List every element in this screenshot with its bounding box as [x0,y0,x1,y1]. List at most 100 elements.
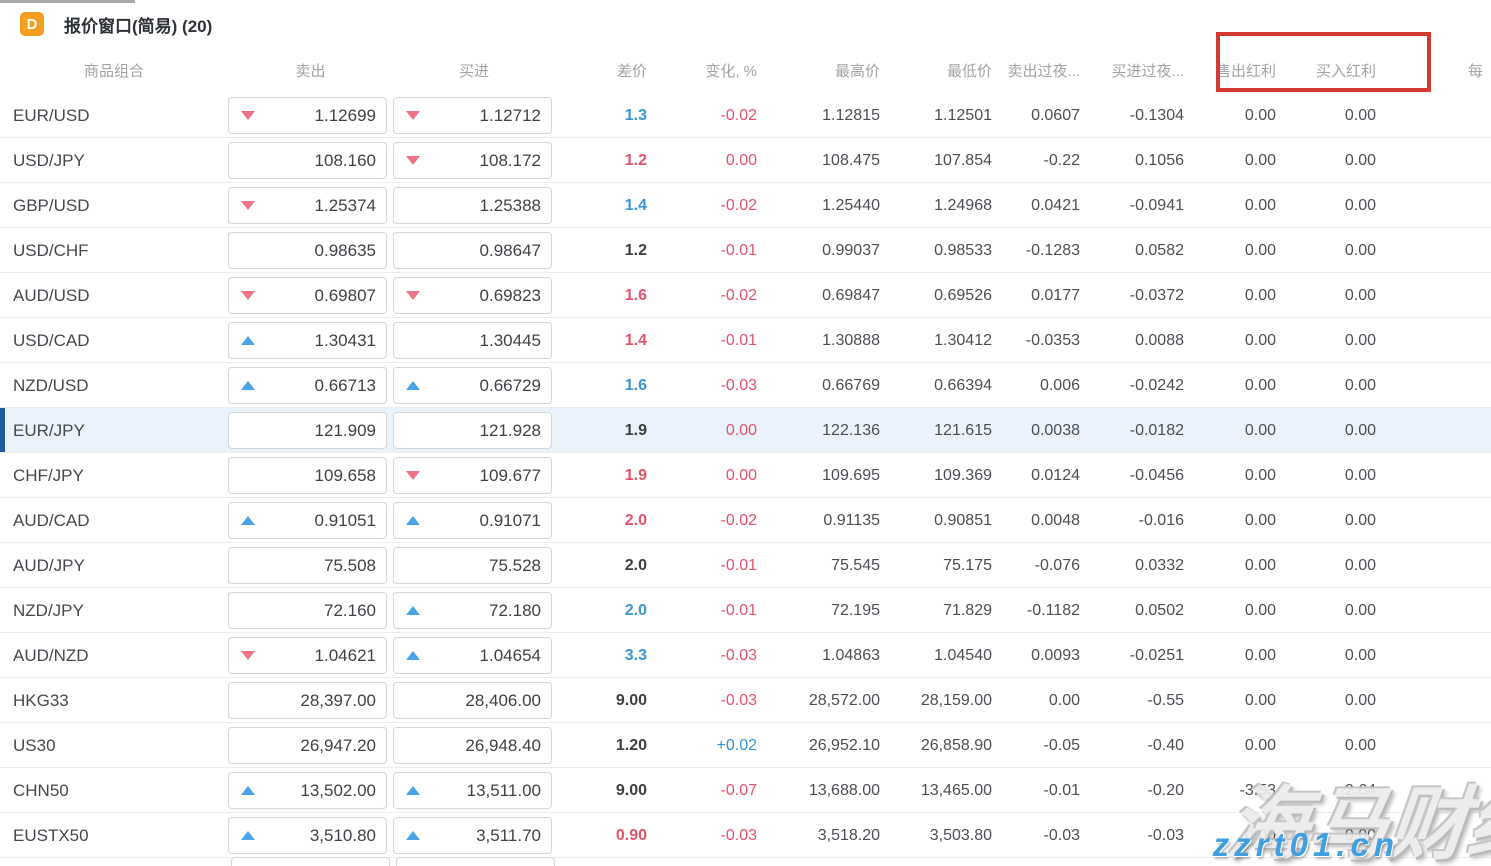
sell-price-button[interactable]: 72.160 [228,592,387,629]
sell-price-button[interactable]: 1.25374 [228,187,387,224]
sell-dividend-cell: 0.00 [1192,422,1284,440]
sell-price-button[interactable]: 1.30431 [228,322,387,359]
table-row[interactable]: HKG33 28,397.00 28,406.00 9.00 -0.03 28,… [0,678,1491,723]
sell-swap-cell: -0.22 [1000,152,1092,170]
sell-price-button[interactable]: 0.66713 [228,367,387,404]
table-row[interactable]: AUD/NZD 1.04621 1.04654 3.3 -0.03 1.0486… [0,633,1491,678]
column-header-low[interactable]: 最低价 [888,60,1000,81]
buy-price-button[interactable]: 0.91071 [393,502,552,539]
buy-dividend-cell: 0.00 [1284,557,1384,575]
buy-price-button[interactable]: 0.69823 [393,277,552,314]
table-row[interactable]: AUD/CAD 0.91051 0.91071 2.0 -0.02 0.9113… [0,498,1491,543]
sell-swap-cell: 0.0124 [1000,467,1092,485]
sell-price-button[interactable]: 3,510.80 [228,817,387,854]
high-cell: 108.475 [765,152,888,170]
column-header-per[interactable]: 每 [1384,60,1491,81]
low-cell: 3,503.80 [888,827,1000,845]
column-header-buy-swap[interactable]: 买进过夜... [1092,60,1192,81]
buy-dividend-cell: 0.00 [1284,827,1384,845]
sell-price-arrow-icon [241,111,255,120]
table-row[interactable]: AUD/JPY 75.508 75.528 2.0 -0.01 75.545 7… [0,543,1491,588]
high-cell: 1.25440 [765,197,888,215]
symbol-cell: EUR/JPY [0,421,228,441]
table-row[interactable]: GBP/USD 1.25374 1.25388 1.4 -0.02 1.2544… [0,183,1491,228]
sell-dividend-cell: 0.00 [1192,242,1284,260]
buy-price-button[interactable]: 1.04654 [393,637,552,674]
buy-price-button[interactable]: 28,406.00 [393,682,552,719]
title-bar: D 报价窗口(简易) (20) [0,0,1491,48]
change-cell: -0.01 [655,332,765,350]
low-cell: 1.12501 [888,107,1000,125]
sell-price-button[interactable]: 1.04621 [228,637,387,674]
buy-price-button[interactable]: 26,948.40 [393,727,552,764]
sell-price-button[interactable]: 75.508 [228,547,387,584]
sell-price-button[interactable]: 0.69807 [228,277,387,314]
buy-price-arrow-icon [406,156,420,165]
buy-price-button[interactable]: 1.12712 [393,97,552,134]
buy-price-button[interactable]: 0.66729 [393,367,552,404]
buy-price-button[interactable]: 109.677 [393,457,552,494]
high-cell: 13,688.00 [765,782,888,800]
low-cell: 75.175 [888,557,1000,575]
column-header-high[interactable]: 最高价 [765,60,888,81]
column-header-sell[interactable]: 卖出 [228,60,393,81]
column-header-sell-swap[interactable]: 卖出过夜... [1000,60,1092,81]
column-header-buy[interactable]: 买进 [393,60,555,81]
sell-price-button[interactable]: 109.658 [228,457,387,494]
column-header-sell-dividend[interactable]: 售出红利 [1192,60,1284,81]
buy-price-arrow-icon [406,291,420,300]
table-row[interactable]: US30 26,947.20 26,948.40 1.20 +0.02 26,9… [0,723,1491,768]
table-row[interactable]: NZD/JPY 72.160 72.180 2.0 -0.01 72.195 7… [0,588,1491,633]
buy-price-button[interactable]: 1.25388 [393,187,552,224]
column-header-buy-dividend[interactable]: 买入红利 [1284,60,1384,81]
change-cell: 0.00 [655,152,765,170]
table-row[interactable]: USD/JPY 108.160 108.172 1.2 0.00 108.475… [0,138,1491,183]
change-cell: -0.02 [655,107,765,125]
buy-price-button[interactable]: 13,511.00 [393,772,552,809]
buy-price-button[interactable]: 3,511.70 [393,817,552,854]
buy-price-value: 1.04654 [480,646,541,666]
table-header-row: 商品组合 卖出 买进 差价 变化, % 最高价 最低价 卖出过夜... 买进过夜… [0,48,1491,93]
change-cell: -0.01 [655,602,765,620]
table-row[interactable]: EUR/USD 1.12699 1.12712 1.3 -0.02 1.1281… [0,93,1491,138]
table-row[interactable]: USD/CAD 1.30431 1.30445 1.4 -0.01 1.3088… [0,318,1491,363]
buy-price-button[interactable]: 108.172 [393,142,552,179]
buy-dividend-cell: 0.00 [1284,197,1384,215]
table-row[interactable]: CHN50 13,502.00 13,511.00 9.00 -0.07 13,… [0,768,1491,813]
buy-price-value: 13,511.00 [467,781,541,801]
spread-cell: 1.9 [555,467,655,485]
buy-price-value: 0.66729 [480,376,541,396]
buy-price-button[interactable]: 0.98647 [393,232,552,269]
sell-price-button[interactable]: 1.12699 [228,97,387,134]
table-row[interactable]: AUD/USD 0.69807 0.69823 1.6 -0.02 0.6984… [0,273,1491,318]
column-header-symbol[interactable]: 商品组合 [0,60,228,81]
sell-price-value: 3,510.80 [310,826,376,846]
sell-price-button[interactable]: 26,947.20 [228,727,387,764]
sell-price-arrow-icon [241,516,255,525]
sell-price-button[interactable]: 0.98635 [228,232,387,269]
sell-dividend-cell: 0.00 [1192,197,1284,215]
spread-cell: 9.00 [555,782,655,800]
low-cell: 121.615 [888,422,1000,440]
sell-price-button[interactable]: 108.160 [228,142,387,179]
column-header-change[interactable]: 变化, % [655,60,765,81]
table-row[interactable]: USD/CHF 0.98635 0.98647 1.2 -0.01 0.9903… [0,228,1491,273]
buy-price-button[interactable]: 121.928 [393,412,552,449]
sell-price-button[interactable]: 0.91051 [228,502,387,539]
sell-price-button[interactable]: 28,397.00 [228,682,387,719]
buy-price-value: 3,511.70 [476,826,541,846]
table-row[interactable]: EUSTX50 3,510.80 3,511.70 0.90 -0.03 3,5… [0,813,1491,858]
low-cell: 1.30412 [888,332,1000,350]
table-row[interactable]: CHF/JPY 109.658 109.677 1.9 0.00 109.695… [0,453,1491,498]
column-header-spread[interactable]: 差价 [555,60,655,81]
buy-price-button[interactable]: 72.180 [393,592,552,629]
sell-price-button[interactable]: 13,502.00 [228,772,387,809]
low-cell: 71.829 [888,602,1000,620]
table-row[interactable]: EUR/JPY 121.909 121.928 1.9 0.00 122.136… [0,408,1491,453]
sell-swap-cell: 0.0048 [1000,512,1092,530]
table-row[interactable]: NZD/USD 0.66713 0.66729 1.6 -0.03 0.6676… [0,363,1491,408]
buy-price-button[interactable]: 75.528 [393,547,552,584]
buy-price-button[interactable]: 1.30445 [393,322,552,359]
sell-price-button[interactable]: 121.909 [228,412,387,449]
buy-swap-cell: -0.0941 [1092,197,1192,215]
